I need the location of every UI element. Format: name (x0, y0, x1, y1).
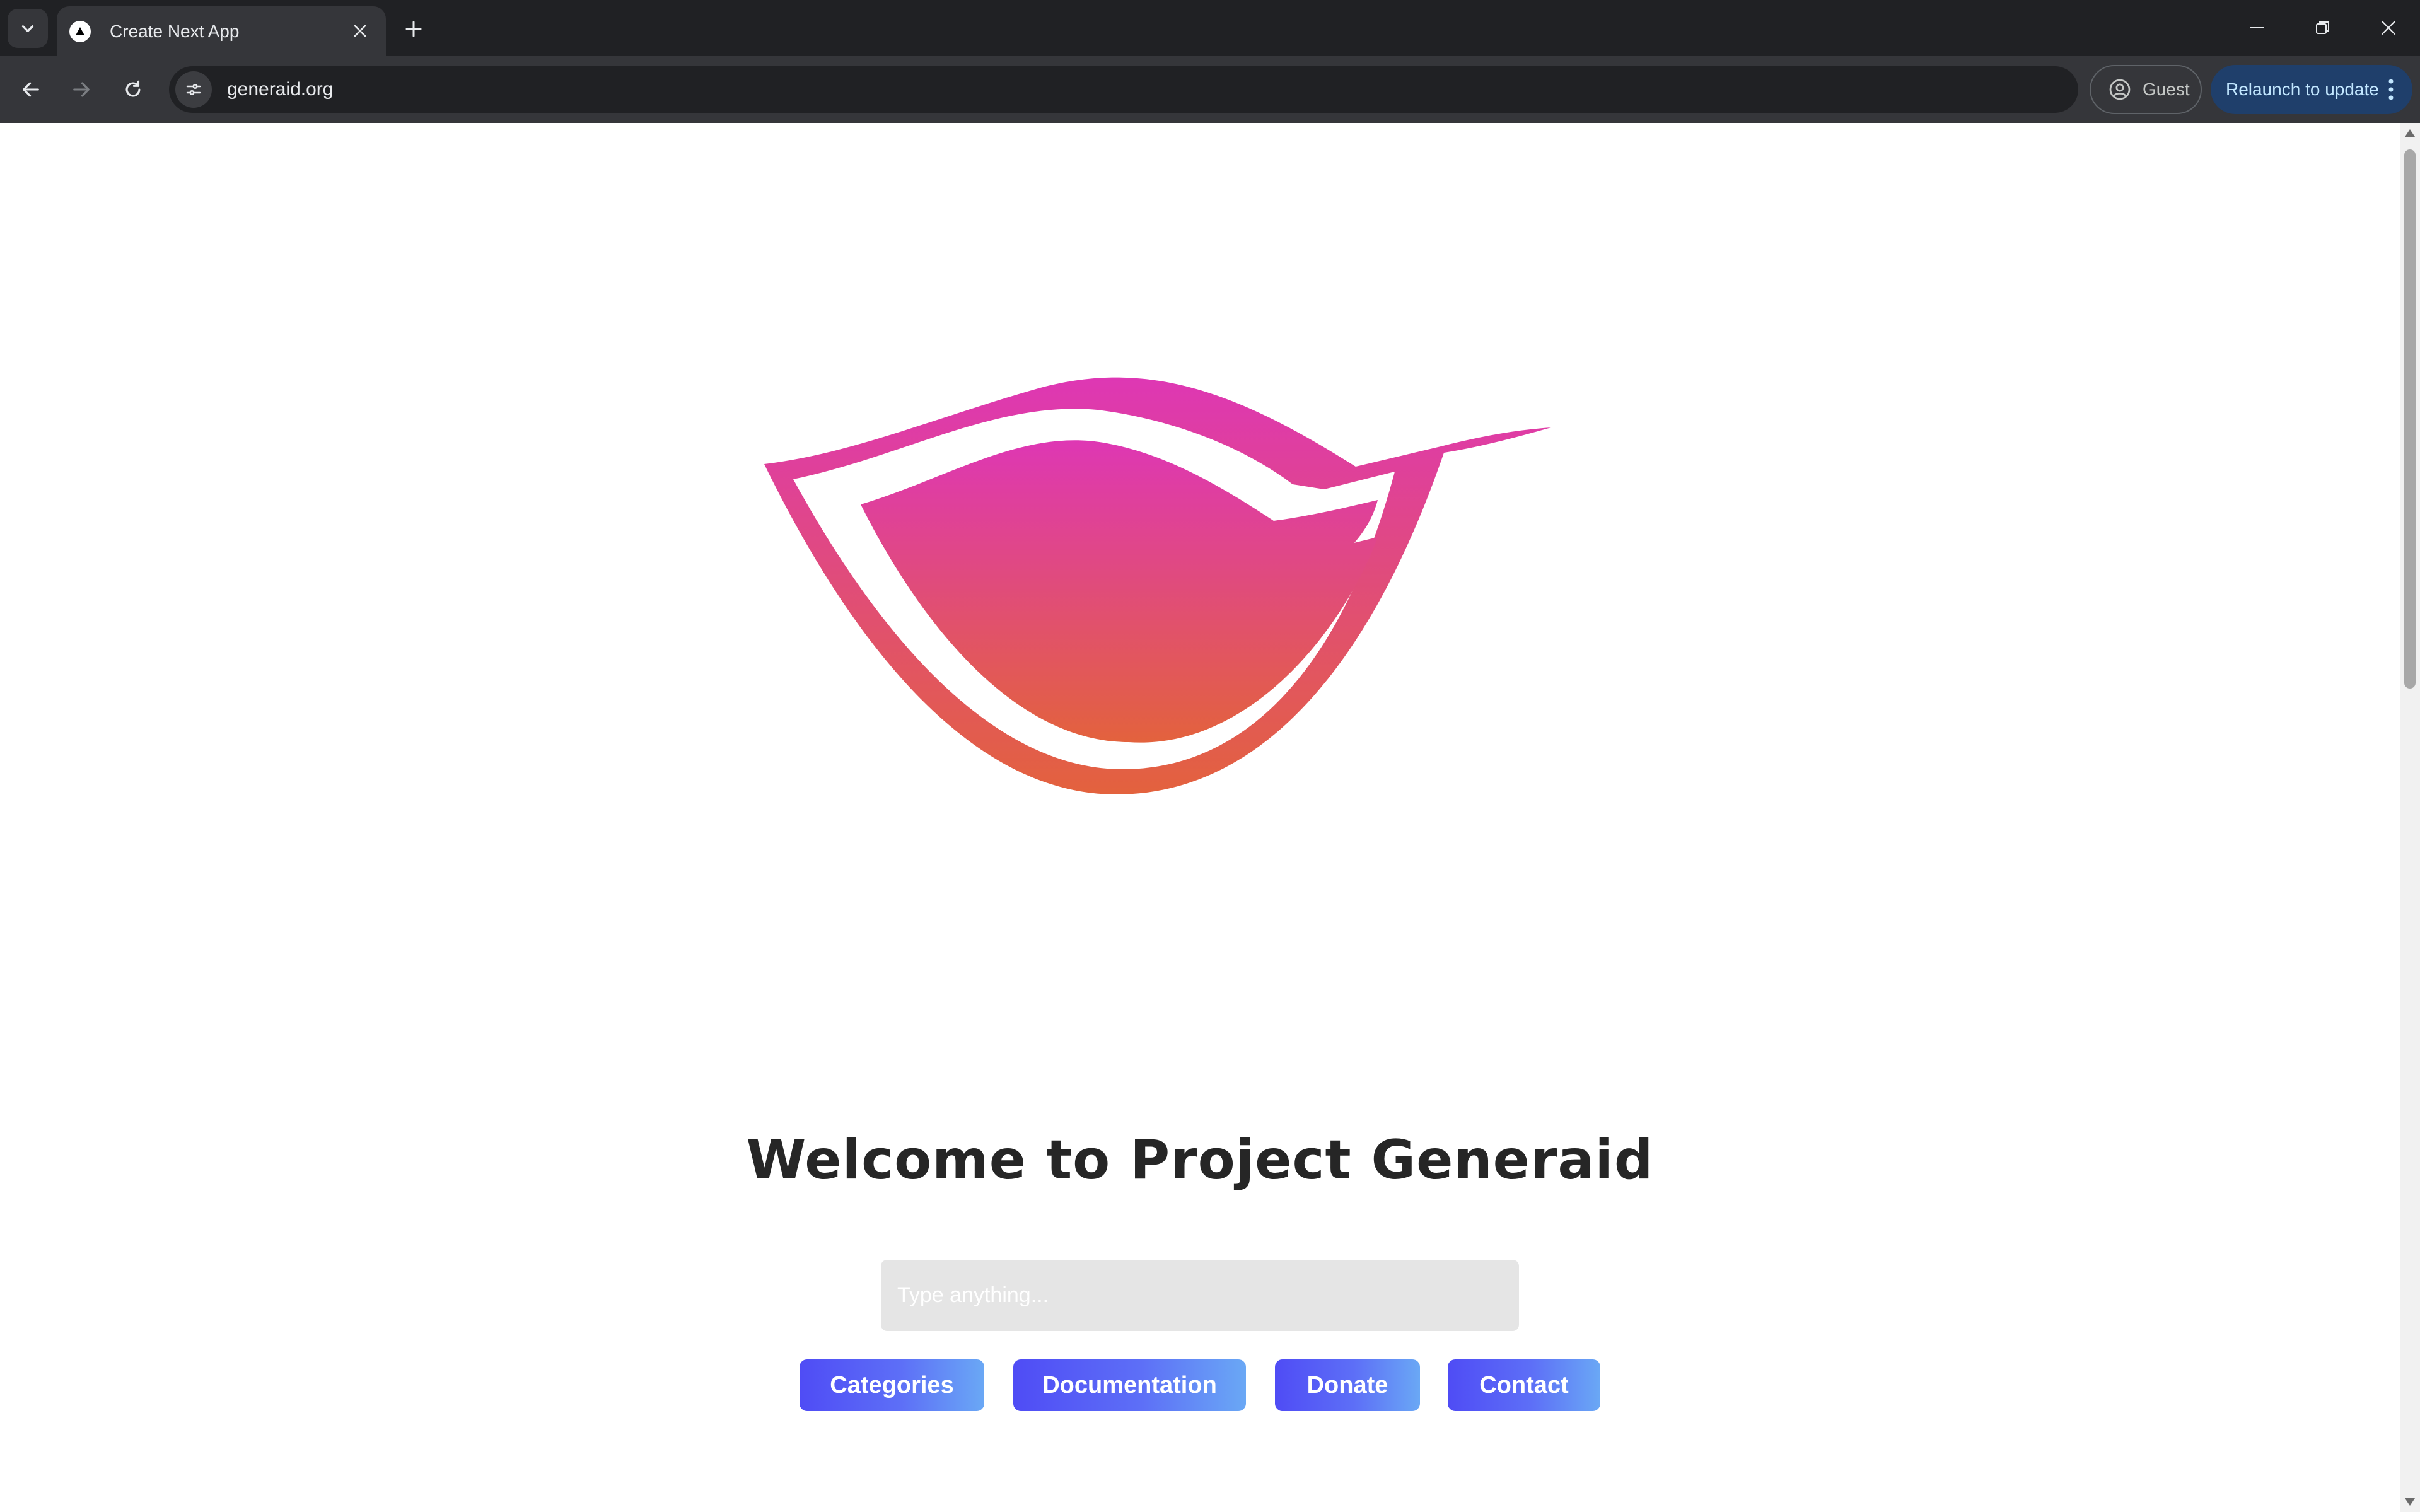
restore-icon (2316, 21, 2329, 34)
arrow-right-icon (73, 82, 90, 97)
kebab-menu-icon (2388, 79, 2394, 100)
chevron-down-icon (21, 25, 34, 32)
browser-tab-active[interactable]: Create Next App (57, 6, 386, 56)
scroll-up-arrow[interactable] (2405, 129, 2415, 137)
search-input[interactable] (881, 1260, 1519, 1331)
profile-label: Guest (2143, 79, 2190, 99)
contact-button[interactable]: Contact (1448, 1359, 1600, 1411)
page-scrollbar[interactable] (2400, 123, 2420, 1512)
address-bar[interactable]: generaid.org (169, 66, 2078, 113)
browser-menu-button[interactable] (2378, 77, 2404, 102)
relaunch-update-button[interactable]: Relaunch to update (2211, 65, 2412, 114)
tab-search-button[interactable] (8, 9, 48, 48)
profile-button[interactable]: Guest (2090, 65, 2202, 114)
close-icon (2381, 20, 2396, 35)
tab-title: Create Next App (110, 21, 240, 41)
reload-button[interactable] (112, 69, 154, 110)
tune-icon (186, 84, 201, 96)
close-icon (354, 25, 366, 37)
categories-button[interactable]: Categories (800, 1359, 984, 1411)
leaf-logo-icon (764, 377, 1551, 794)
documentation-button[interactable]: Documentation (1013, 1359, 1246, 1411)
page-title: Welcome to Project Generaid (746, 1129, 1654, 1192)
new-tab-button[interactable] (397, 13, 430, 45)
tab-close-button[interactable] (348, 19, 372, 43)
minimize-icon (2250, 27, 2264, 28)
forward-button[interactable] (61, 69, 102, 110)
browser-toolbar: generaid.org Guest Relaunch to update (0, 56, 2420, 123)
url-text: generaid.org (227, 79, 334, 100)
plus-icon (405, 21, 422, 37)
nextjs-triangle-icon (69, 20, 91, 42)
close-window-button[interactable] (2363, 9, 2414, 47)
person-circle-icon (2109, 79, 2131, 100)
donate-button[interactable]: Donate (1275, 1359, 1420, 1411)
restore-button[interactable] (2298, 9, 2348, 47)
browser-titlebar: Create Next App (0, 0, 2420, 56)
scroll-thumb[interactable] (2404, 149, 2416, 689)
scroll-down-arrow[interactable] (2405, 1498, 2415, 1506)
reload-icon (125, 80, 141, 97)
back-button[interactable] (10, 69, 52, 110)
minimize-button[interactable] (2232, 9, 2283, 47)
relaunch-label: Relaunch to update (2226, 79, 2379, 99)
arrow-left-icon (23, 82, 39, 97)
site-info-button[interactable] (175, 71, 212, 108)
